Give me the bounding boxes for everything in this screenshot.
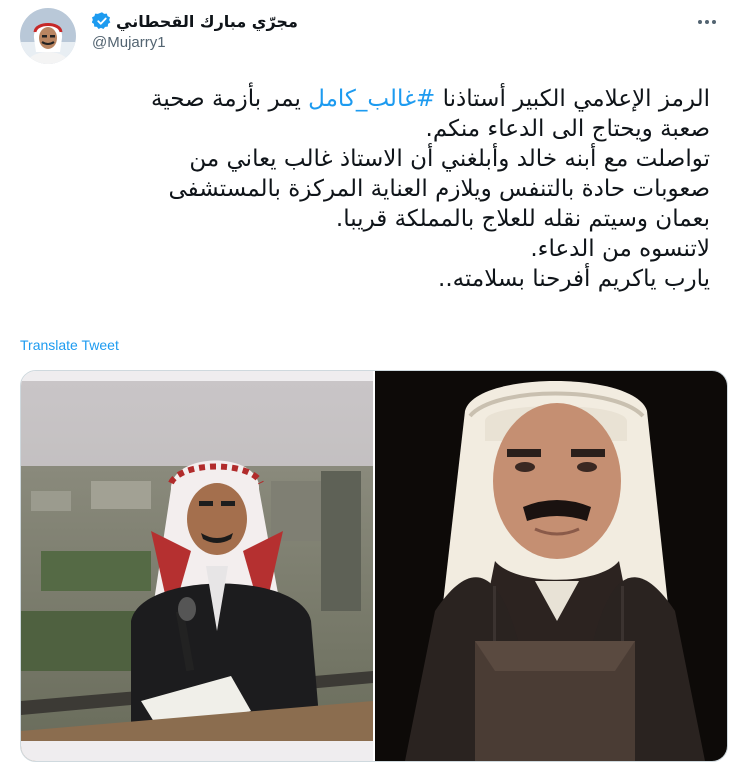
photo-man-portrait-icon xyxy=(375,371,727,761)
tweet-line: صعوبات حادة بالتنفس ويلازم العناية المرك… xyxy=(168,176,710,202)
tweet-line: تواصلت مع أبنه خالد وأبلغني أن الاستاذ غ… xyxy=(189,146,710,172)
tweet-line: بعمان وسيتم نقله للعلاج بالمملكة قريبا. xyxy=(335,206,710,232)
photo-left[interactable] xyxy=(21,371,373,761)
translate-tweet-link[interactable]: Translate Tweet xyxy=(20,337,119,353)
author-name-row[interactable]: مجرّي مبارك القحطاني xyxy=(92,8,298,34)
tweet-text-segment: يمر بأزمة صحية xyxy=(151,86,309,112)
media-grid xyxy=(20,370,728,762)
hashtag-link[interactable]: #غالب_كامل xyxy=(308,86,435,112)
author-handle[interactable]: @Mujarry1 xyxy=(92,34,166,51)
tweet-line: يارب ياكريم أفرحنا بسلامته.. xyxy=(438,266,710,292)
avatar[interactable] xyxy=(20,8,76,64)
profile-photo-icon xyxy=(20,8,76,64)
tweet-text: الرمز الإعلامي الكبير أستاذنا #غالب_كامل… xyxy=(20,84,710,294)
tweet-line: صعبة ويحتاج الى الدعاء منكم. xyxy=(425,116,710,142)
verified-badge-icon xyxy=(92,12,111,30)
more-options-icon[interactable] xyxy=(692,14,722,30)
tweet-line: الرمز الإعلامي الكبير أستاذنا #غالب_كامل… xyxy=(20,84,710,114)
author-display-name[interactable]: مجرّي مبارك القحطاني xyxy=(116,12,298,31)
tweet-line: لاتنسوه من الدعاء. xyxy=(530,236,710,262)
photo-man-with-microphone-icon xyxy=(21,371,373,761)
tweet-text-segment: الرمز الإعلامي الكبير أستاذنا xyxy=(435,86,710,112)
photo-right[interactable] xyxy=(375,371,727,761)
